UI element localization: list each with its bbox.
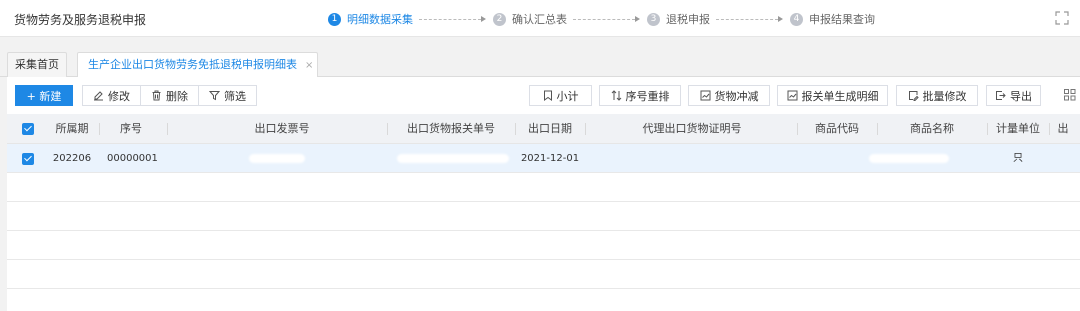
step-connector [419,18,481,20]
column-divider [99,123,100,135]
step-2-number: 2 [493,12,506,26]
delete-label: 删除 [166,89,188,103]
step-connector [716,18,778,20]
filter-label: 筛选 [224,89,246,103]
step-2[interactable]: 2 确认汇总表 [493,11,647,27]
col-unit[interactable]: 计量单位 [989,114,1047,144]
column-divider [1049,123,1050,135]
redacted-invoice [249,154,305,163]
col-export-date[interactable]: 出口日期 [517,114,583,144]
row-checkbox[interactable] [22,153,34,165]
column-divider [387,123,388,135]
tab-export-detail-label: 生产企业出口货物劳务免抵退税申报明细表 [88,58,297,71]
cell-period: 202206 [52,153,92,164]
app-header: 货物劳务及服务退税申报 1 明细数据采集 2 确认汇总表 3 退税申报 4 申报… [0,0,1080,37]
fullscreen-icon[interactable] [1054,10,1070,26]
step-4[interactable]: 4 申报结果查询 [790,11,875,27]
offset-button[interactable]: 货物冲减 [688,85,770,106]
step-4-label: 申报结果查询 [809,13,875,26]
redacted-product-name [869,154,949,163]
step-3-label: 退税申报 [666,13,710,26]
column-divider [987,123,988,135]
table-row [7,202,1080,231]
col-agent-cert[interactable]: 代理出口货物证明号 [587,114,797,144]
generate-label: 报关单生成明细 [801,89,879,103]
arrow-right-icon [481,16,486,22]
step-1[interactable]: 1 明细数据采集 [328,11,493,27]
subtotal-button[interactable]: 小计 [529,85,592,106]
offset-label: 货物冲减 [714,89,759,103]
new-button[interactable]: + 新建 [15,85,73,106]
redacted-customs-no [397,154,509,163]
column-divider [877,123,878,135]
col-product-name[interactable]: 商品名称 [879,114,985,144]
step-4-number: 4 [790,12,803,26]
batch-edit-icon [908,91,919,101]
main-panel: + 新建 修改 删除 筛选 小计 序号重排 货物冲减 报关单生成明细 批量修改 … [7,77,1080,311]
col-period[interactable]: 所属期 [51,114,93,144]
delete-button[interactable]: 删除 [141,86,199,105]
col-customs-no[interactable]: 出口货物报关单号 [389,114,513,144]
cell-unit: 只 [1013,153,1023,164]
step-3[interactable]: 3 退税申报 [647,11,790,27]
reorder-button[interactable]: 序号重排 [599,85,681,106]
tab-collect-home[interactable]: 采集首页 [7,52,67,78]
trash-icon [152,90,161,101]
tab-export-detail[interactable]: 生产企业出口货物劳务免抵退税申报明细表 × [77,52,318,79]
column-divider [797,123,798,135]
select-all-checkbox[interactable] [22,123,34,135]
col-invoice[interactable]: 出口发票号 [177,114,387,144]
step-3-number: 3 [647,12,660,26]
export-button[interactable]: 导出 [986,85,1041,106]
cell-export-date: 2021-12-01 [520,153,580,164]
step-1-label: 明细数据采集 [347,13,413,26]
close-icon[interactable]: × [305,60,313,71]
step-2-label: 确认汇总表 [512,13,567,26]
column-settings-icon[interactable] [1064,89,1076,101]
table-row[interactable]: 202206 00000001 2021-12-01 只 [7,144,1080,173]
app-title: 货物劳务及服务退税申报 [14,13,147,27]
column-divider [585,123,586,135]
edit-button[interactable]: 修改 [83,86,141,105]
cell-seq: 00000001 [107,153,158,164]
table-header: 所属期 序号 出口发票号 出口货物报关单号 出口日期 代理出口货物证明号 商品代… [7,114,1080,144]
chart-icon [787,90,797,101]
step-connector [573,18,635,20]
filter-button[interactable]: 筛选 [199,86,256,105]
batch-edit-label: 批量修改 [922,89,967,103]
export-label: 导出 [1010,89,1032,103]
arrow-right-icon [778,16,783,22]
table-row [7,260,1080,289]
chart-icon [700,90,710,101]
step-progress: 1 明细数据采集 2 确认汇总表 3 退税申报 4 申报结果查询 [328,11,875,27]
filter-icon [209,91,220,101]
step-1-number: 1 [328,12,341,26]
column-divider [515,123,516,135]
sort-icon [611,90,621,101]
col-product-code[interactable]: 商品代码 [799,114,875,144]
toolbar: + 新建 修改 删除 筛选 小计 序号重排 货物冲减 报关单生成明细 批量修改 … [7,77,1080,111]
tab-bar: 采集首页 生产企业出口货物劳务免抵退税申报明细表 × [0,45,1080,79]
table-row [7,231,1080,260]
edit-button-group: 修改 删除 筛选 [82,85,257,106]
col-truncated[interactable]: 出 [1053,114,1073,144]
batch-edit-button[interactable]: 批量修改 [896,85,978,106]
reorder-label: 序号重排 [625,89,670,103]
edit-icon [94,91,103,101]
subtotal-label: 小计 [556,89,579,103]
export-icon [996,91,1006,100]
arrow-right-icon [635,16,640,22]
table-row [7,173,1080,202]
column-divider [167,123,168,135]
generate-button[interactable]: 报关单生成明细 [777,85,888,106]
col-seq[interactable]: 序号 [111,114,151,144]
edit-label: 修改 [108,89,130,103]
bookmark-icon [543,90,552,101]
